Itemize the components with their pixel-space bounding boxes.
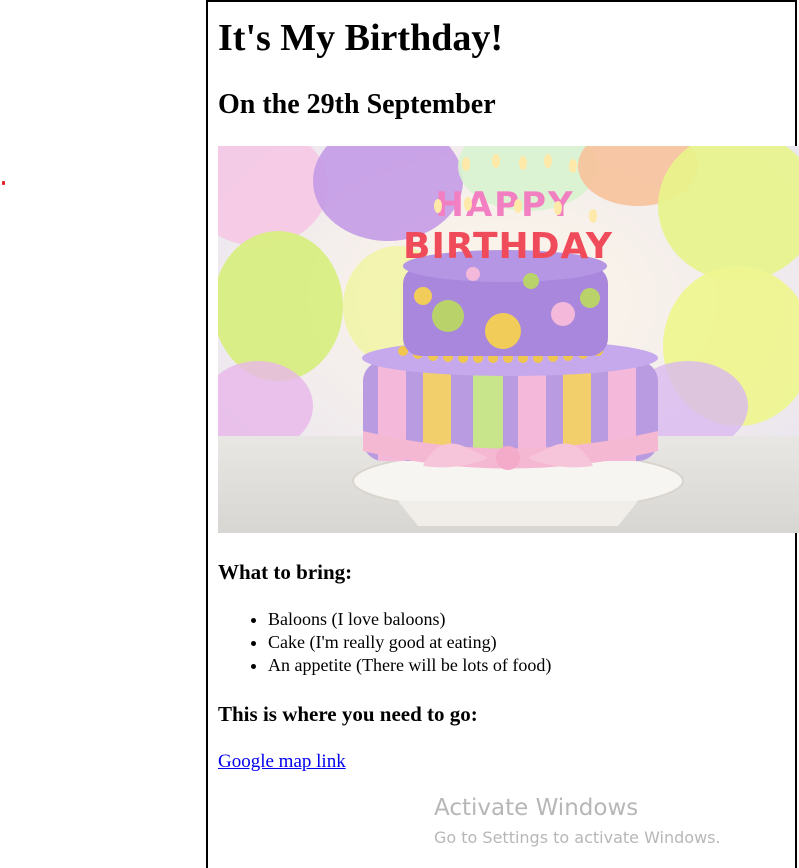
bring-list: Baloons (I love baloons) Cake (I'm reall… — [218, 608, 551, 677]
what-to-bring-heading: What to bring: — [218, 560, 353, 584]
date-heading: On the 29th September — [218, 89, 496, 120]
list-item: Cake (I'm really good at eating) — [268, 631, 551, 654]
svg-text:BIRTHDAY: BIRTHDAY — [403, 226, 613, 267]
watermark-title: Activate Windows — [434, 795, 639, 821]
birthday-cake-image: HAPPY BIRTHDAY — [218, 146, 799, 533]
red-marker-dot — [2, 181, 5, 185]
activate-windows-watermark: Activate Windows Go to Settings to activ… — [434, 793, 721, 849]
svg-text:HAPPY: HAPPY — [435, 185, 574, 225]
main-content: It's My Birthday! On the 29th September — [206, 0, 799, 868]
watermark-subtitle: Go to Settings to activate Windows. — [434, 828, 721, 847]
list-item: Baloons (I love baloons) — [268, 608, 551, 631]
page-title: It's My Birthday! — [218, 17, 503, 59]
location-heading: This is where you need to go: — [218, 702, 478, 726]
list-item: An appetite (There will be lots of food) — [268, 654, 551, 677]
google-map-link[interactable]: Google map link — [218, 750, 346, 774]
